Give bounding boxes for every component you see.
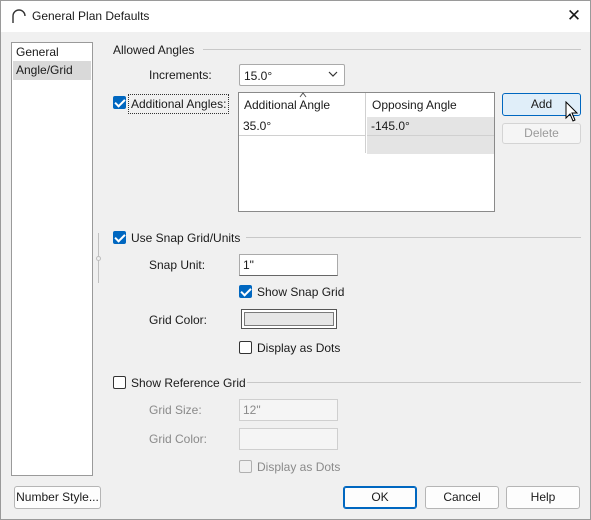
- column-header-additional-angle[interactable]: Additional Angle: [239, 92, 366, 117]
- nav-item-angle-grid[interactable]: Angle/Grid: [13, 61, 91, 80]
- allowed-angles-heading: Allowed Angles: [113, 43, 195, 57]
- use-snap-grid-checkbox[interactable]: [113, 231, 126, 244]
- chevron-down-icon: [328, 71, 338, 77]
- snap-display-as-dots-label[interactable]: Display as Dots: [257, 341, 340, 355]
- additional-angles-checkbox[interactable]: [113, 96, 126, 109]
- reference-grid-size-label: Grid Size:: [149, 403, 202, 417]
- window-title: General Plan Defaults: [32, 9, 150, 23]
- snap-unit-input[interactable]: 1": [239, 254, 338, 276]
- number-style-button[interactable]: Number Style...: [14, 486, 101, 509]
- increments-label: Increments:: [149, 68, 212, 82]
- title-bar[interactable]: General Plan Defaults ✕: [1, 1, 590, 32]
- additional-angles-table[interactable]: Additional Angle Opposing Angle 35.0° -1…: [238, 92, 495, 212]
- reference-grid-color-label: Grid Color:: [149, 432, 208, 446]
- cell-opposing-angle-empty: [367, 135, 494, 154]
- show-snap-grid-label[interactable]: Show Snap Grid: [257, 285, 344, 299]
- column-header-opposing-angle[interactable]: Opposing Angle: [367, 93, 494, 117]
- splitter-handle[interactable]: [96, 256, 101, 261]
- help-button[interactable]: Help: [506, 486, 580, 509]
- reference-display-as-dots-label[interactable]: Display as Dots: [257, 460, 340, 474]
- cursor-arrow-icon: [565, 101, 579, 122]
- reference-grid-color-swatch[interactable]: [239, 428, 338, 450]
- reference-grid-size-input[interactable]: 12": [239, 399, 338, 421]
- reference-grid-divider: [247, 382, 581, 383]
- column-header-label: Opposing Angle: [372, 98, 457, 112]
- column-header-label: Additional Angle: [244, 98, 331, 112]
- close-icon[interactable]: ✕: [563, 5, 585, 27]
- show-reference-grid-label[interactable]: Show Reference Grid: [131, 376, 246, 390]
- additional-angles-label[interactable]: Additional Angles:: [128, 94, 230, 114]
- category-list[interactable]: General Angle/Grid: [11, 42, 93, 476]
- arch-icon: [12, 9, 26, 23]
- snap-grid-color-swatch[interactable]: [241, 309, 337, 329]
- delete-button[interactable]: Delete: [502, 123, 581, 144]
- show-reference-grid-checkbox[interactable]: [113, 376, 126, 389]
- show-snap-grid-checkbox[interactable]: [239, 285, 252, 298]
- general-plan-defaults-dialog: General Plan Defaults ✕ General Angle/Gr…: [0, 0, 591, 520]
- snap-grid-divider: [246, 237, 581, 238]
- snap-unit-label: Snap Unit:: [149, 258, 206, 272]
- cell-additional-angle-empty[interactable]: [239, 135, 366, 153]
- cancel-button[interactable]: Cancel: [425, 486, 499, 509]
- allowed-angles-divider: [203, 49, 581, 50]
- use-snap-grid-label[interactable]: Use Snap Grid/Units: [131, 231, 240, 245]
- increments-value: 15.0°: [244, 69, 273, 83]
- ok-button[interactable]: OK: [343, 486, 417, 509]
- cell-opposing-angle: -145.0°: [367, 117, 494, 135]
- snap-grid-color-label: Grid Color:: [149, 313, 208, 327]
- cell-additional-angle[interactable]: 35.0°: [239, 117, 366, 135]
- snap-grid-color-fill: [244, 312, 334, 326]
- snap-display-as-dots-checkbox[interactable]: [239, 341, 252, 354]
- sort-up-icon: [299, 92, 307, 98]
- nav-item-general[interactable]: General: [13, 43, 91, 62]
- increments-dropdown[interactable]: 15.0°: [239, 64, 345, 86]
- reference-display-as-dots-checkbox[interactable]: [239, 460, 252, 473]
